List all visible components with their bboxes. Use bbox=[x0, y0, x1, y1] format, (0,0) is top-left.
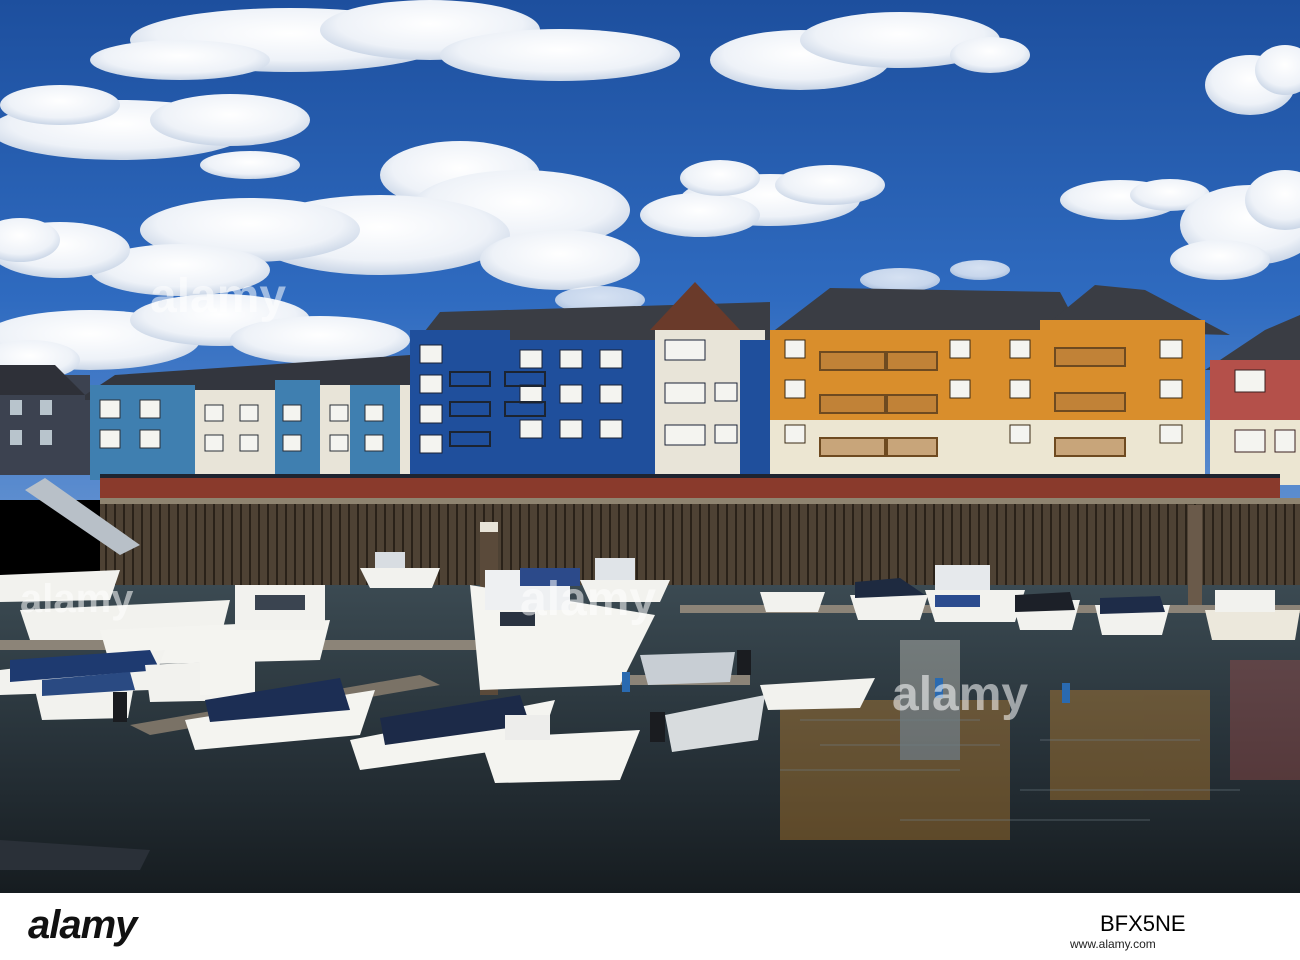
photo-canvas: alamy alamy alamy alamy bbox=[0, 0, 1300, 893]
blue-apartment-block bbox=[410, 282, 770, 480]
alamy-logo: alamy bbox=[28, 903, 137, 948]
alamy-logo-text: alamy bbox=[28, 903, 137, 947]
boat bbox=[760, 592, 825, 612]
watermark-right: alamy bbox=[892, 668, 1028, 721]
distant-buildings-left bbox=[0, 365, 90, 475]
stock-bar: alamy BFX5NE www.alamy.com bbox=[0, 893, 1300, 960]
teal-terrace bbox=[85, 355, 410, 480]
marina-photo: alamy alamy alamy alamy alamy BFX5NE www… bbox=[0, 0, 1300, 960]
image-id: BFX5NE bbox=[1100, 911, 1186, 936]
watermark-low: alamy bbox=[20, 577, 134, 621]
boat bbox=[1012, 592, 1080, 630]
watermark-center: alamy bbox=[520, 573, 656, 626]
boat bbox=[640, 652, 735, 685]
quay-wall-cap bbox=[100, 498, 1300, 504]
quay-wall bbox=[100, 500, 1300, 588]
brick-promenade-wall bbox=[100, 478, 1280, 500]
watermark-left: alamy bbox=[150, 270, 286, 323]
stock-url: www.alamy.com bbox=[1070, 937, 1156, 951]
boat bbox=[1095, 596, 1170, 635]
promenade-railing bbox=[100, 474, 1280, 478]
orange-apartment-block bbox=[770, 285, 1230, 485]
mooring-pile-cap bbox=[480, 522, 498, 532]
mooring-pile bbox=[1188, 505, 1202, 605]
